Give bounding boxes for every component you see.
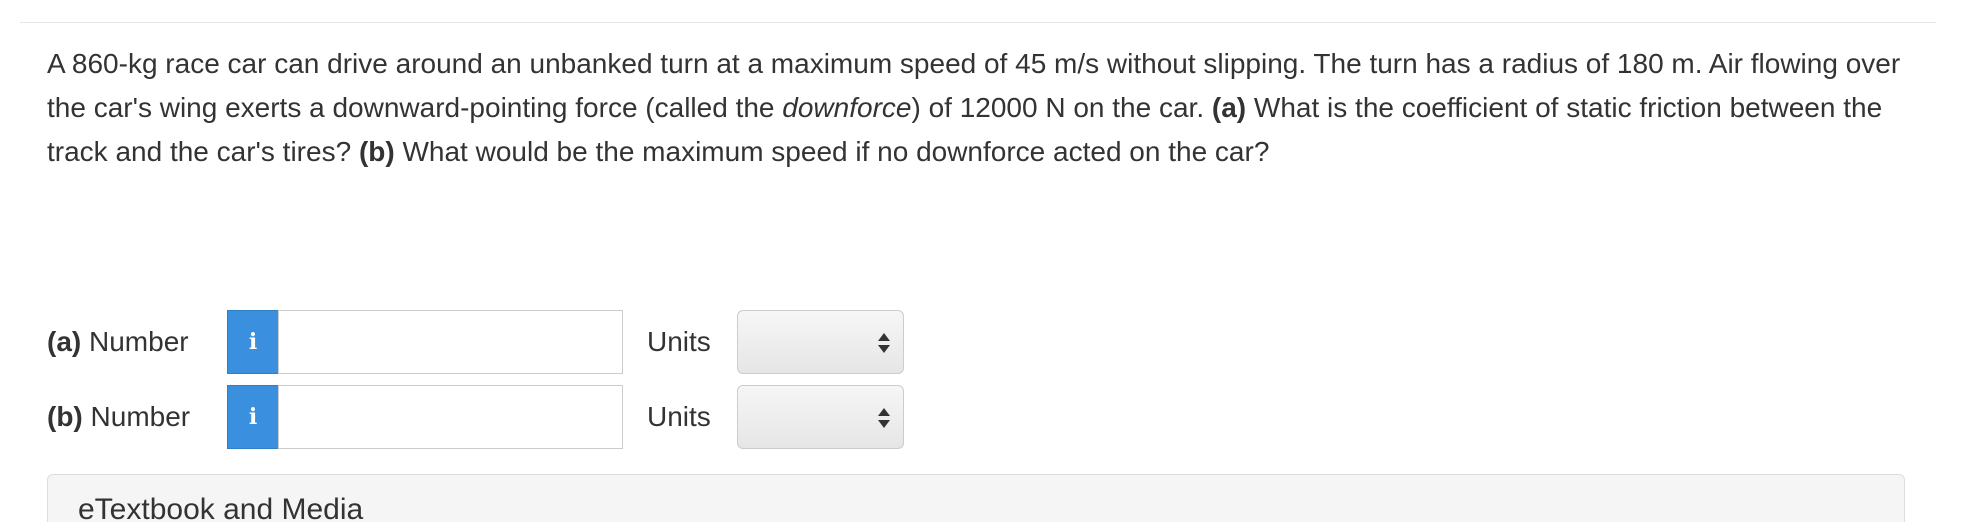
answer-a-label: (a) Number [47, 309, 189, 375]
question-a-marker: (a) [1211, 92, 1247, 123]
media-panel-title: eTextbook and Media [78, 493, 364, 522]
answer-a-units-label: Units [647, 326, 711, 357]
answer-a-marker: (a) [47, 326, 82, 357]
info-icon[interactable]: i [227, 310, 279, 374]
top-divider [20, 22, 1936, 23]
select-arrows-icon [878, 408, 890, 428]
etextbook-media-panel[interactable]: eTextbook and Media [47, 474, 1905, 522]
question-part2: ) of 12000 N on the car. [911, 92, 1212, 123]
answer-b-number-input[interactable] [278, 385, 623, 449]
question-b-marker: (b) [358, 136, 395, 167]
answer-a-label-text: Number [81, 326, 189, 357]
select-arrows-icon [878, 333, 890, 353]
info-icon[interactable]: i [227, 385, 279, 449]
answer-b-label-text: Number [82, 401, 191, 432]
answer-b-marker: (b) [47, 401, 83, 432]
question-b-text: What would be the maximum speed if no do… [394, 136, 1270, 167]
answer-b-label: (b) Number [47, 384, 190, 450]
answer-a-units-select[interactable] [737, 310, 904, 374]
question-page: A 860-kg race car can drive around an un… [0, 0, 1964, 522]
answer-b-units-select[interactable] [737, 385, 904, 449]
answer-a-number-input[interactable] [278, 310, 623, 374]
question-text: A 860-kg race car can drive around an un… [47, 42, 1917, 174]
answer-row-b: (b) Number i Units [47, 384, 947, 450]
question-emphasis: downforce [782, 92, 912, 123]
answer-b-units-label: Units [647, 401, 711, 432]
answer-row-a: (a) Number i Units [47, 309, 947, 375]
